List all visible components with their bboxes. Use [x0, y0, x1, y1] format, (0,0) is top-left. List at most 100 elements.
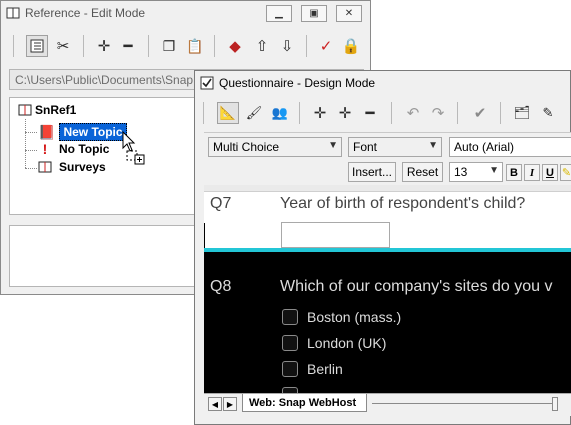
triangle-right-icon: ▶ [226, 399, 234, 409]
undo-button[interactable]: ↶ [402, 102, 424, 124]
option-row[interactable]: Berlin [282, 361, 343, 377]
tab-web-snap-webhost[interactable]: Web: Snap WebHost [242, 394, 368, 412]
design-window: Questionnaire - Design Mode 📐 🖌 👥 ✛ ✛ ━ … [194, 70, 571, 425]
font-name-value: Auto (Arial) [454, 140, 515, 154]
drag-cursor-icon [122, 131, 145, 165]
italic-button[interactable]: I [524, 164, 540, 181]
add-question-button[interactable]: ✛ [309, 102, 331, 124]
tree-root-label: SnRef1 [35, 103, 77, 117]
plus-icon: ✛ [313, 105, 327, 122]
people-icon: 👥 [271, 105, 289, 120]
down-arrow-icon: ⇩ [280, 38, 294, 55]
properties-button[interactable]: 🗂 [511, 102, 533, 124]
warning-icon: ! [42, 141, 48, 157]
insert-button[interactable]: Insert... [348, 162, 396, 182]
check-button[interactable]: ✓ [315, 35, 337, 57]
scroll-splitter[interactable] [552, 397, 558, 411]
tree-root[interactable]: SnRef1 [18, 103, 76, 117]
redo-button[interactable]: ↷ [427, 102, 449, 124]
chevron-down-icon: ▼ [489, 165, 499, 176]
option-label: Berlin [307, 361, 343, 377]
edit-properties-button[interactable]: ✎ [537, 102, 559, 124]
insert-label: Insert... [351, 165, 392, 179]
remove-button[interactable]: ━ [117, 35, 139, 57]
highlight-button[interactable]: ✎ [560, 164, 571, 181]
tag-button[interactable]: ◆ [224, 35, 246, 57]
ref-titlebar[interactable]: Reference - Edit Mode ▁ ▣ ✕ [1, 1, 370, 27]
checkbox[interactable] [282, 361, 298, 377]
brush-icon: 🖌 [245, 105, 263, 120]
font-name-field[interactable]: Auto (Arial) [449, 137, 571, 157]
book-icon [6, 7, 20, 19]
font-setting-select[interactable]: Font ▼ [348, 137, 442, 157]
people-button[interactable]: 👥 [269, 102, 291, 124]
path-text: C:\Users\Public\Documents\Snap [15, 73, 194, 87]
question-type-value: Multi Choice [213, 140, 280, 154]
q8-block[interactable]: Q8 Which of our company's sites do you v… [204, 252, 571, 393]
design-view-button[interactable]: 📐 [217, 102, 239, 124]
plus-icon: ✛ [97, 38, 111, 55]
undo-icon: ↶ [406, 105, 420, 122]
ref-toolbar: ✂ ✛ ━ ❐ 📋 ◆ ⇧ ⇩ ✓ 🔒 [9, 33, 364, 61]
question-text: Year of birth of respondent's child? [280, 195, 526, 212]
tab-scroll-left-button[interactable]: ◀ [208, 397, 222, 411]
lock-icon: 🔒 [341, 38, 361, 55]
minimize-icon: ▁ [275, 8, 283, 19]
lock-button[interactable]: 🔒 [340, 35, 362, 57]
triangle-left-icon: ◀ [211, 399, 219, 409]
maximize-icon: ▣ [309, 8, 319, 19]
check-mark-icon: ✔ [473, 105, 487, 122]
q7-left-rule [204, 223, 205, 248]
move-down-button[interactable]: ⇩ [276, 35, 298, 57]
font-size-select[interactable]: 13 ▼ [449, 162, 503, 182]
details-view-button[interactable] [26, 35, 48, 57]
tree-item-surveys[interactable]: Surveys [38, 159, 109, 175]
option-label: London (UK) [307, 335, 387, 351]
edit-icon: ✎ [542, 105, 554, 120]
ruler-pencil-icon: 📐 [219, 105, 237, 120]
year-input[interactable] [281, 222, 390, 248]
tag-icon: ◆ [229, 38, 241, 55]
add-button[interactable]: ✛ [93, 35, 115, 57]
bold-button[interactable]: B [506, 164, 522, 181]
checkbox[interactable] [282, 309, 298, 325]
font-size-value: 13 [454, 165, 468, 179]
underline-button[interactable]: U [542, 164, 558, 181]
minimize-button[interactable]: ▁ [266, 5, 292, 22]
reset-button[interactable]: Reset [402, 162, 443, 182]
option-label: Boston (mass.) [307, 309, 402, 325]
tree-item-new-topic[interactable]: 📕 New Topic [38, 123, 127, 141]
q7-block[interactable]: Q7 Year of birth of respondent's child? [204, 185, 571, 248]
option-row[interactable]: London (UK) [282, 335, 386, 351]
question-number: Q7 [210, 195, 232, 212]
design-titlebar[interactable]: Questionnaire - Design Mode [195, 71, 570, 97]
checkbox[interactable] [282, 335, 298, 351]
move-up-button[interactable]: ⇧ [251, 35, 273, 57]
validate-button[interactable]: ✔ [469, 102, 491, 124]
paste-button[interactable]: 📋 [184, 35, 206, 57]
close-button[interactable]: ✕ [336, 5, 362, 22]
question-text: Which of our company's sites do you v [280, 278, 553, 295]
tab-scroll-right-button[interactable]: ▶ [223, 397, 237, 411]
paste-icon: 📋 [186, 37, 204, 54]
question-type-select[interactable]: Multi Choice ▼ [208, 137, 342, 157]
tree-item-label: New Topic [59, 123, 127, 141]
reset-label: Reset [406, 165, 439, 179]
topic-book-icon: 📕 [38, 123, 56, 140]
check-mark-icon: ✓ [319, 38, 333, 55]
add-multiple-button[interactable]: ✛ [334, 102, 356, 124]
ruler-top [204, 185, 571, 192]
copy-button[interactable]: ❐ [158, 35, 180, 57]
design-window-title: Questionnaire - Design Mode [219, 76, 376, 90]
maximize-button[interactable]: ▣ [301, 5, 327, 22]
tree-item-label: Surveys [59, 160, 106, 174]
tools-button[interactable]: ✂ [52, 35, 74, 57]
close-icon: ✕ [344, 8, 354, 19]
horizontal-scrollbar[interactable] [372, 403, 554, 404]
style-button[interactable]: 🖌 [243, 102, 265, 124]
font-setting-value: Font [353, 140, 378, 154]
remove-question-button[interactable]: ━ [359, 102, 381, 124]
option-row[interactable]: Boston (mass.) [282, 309, 401, 325]
tree-item-no-topic[interactable]: ! No Topic [38, 141, 112, 157]
properties-icon: 🗂 [513, 105, 531, 120]
